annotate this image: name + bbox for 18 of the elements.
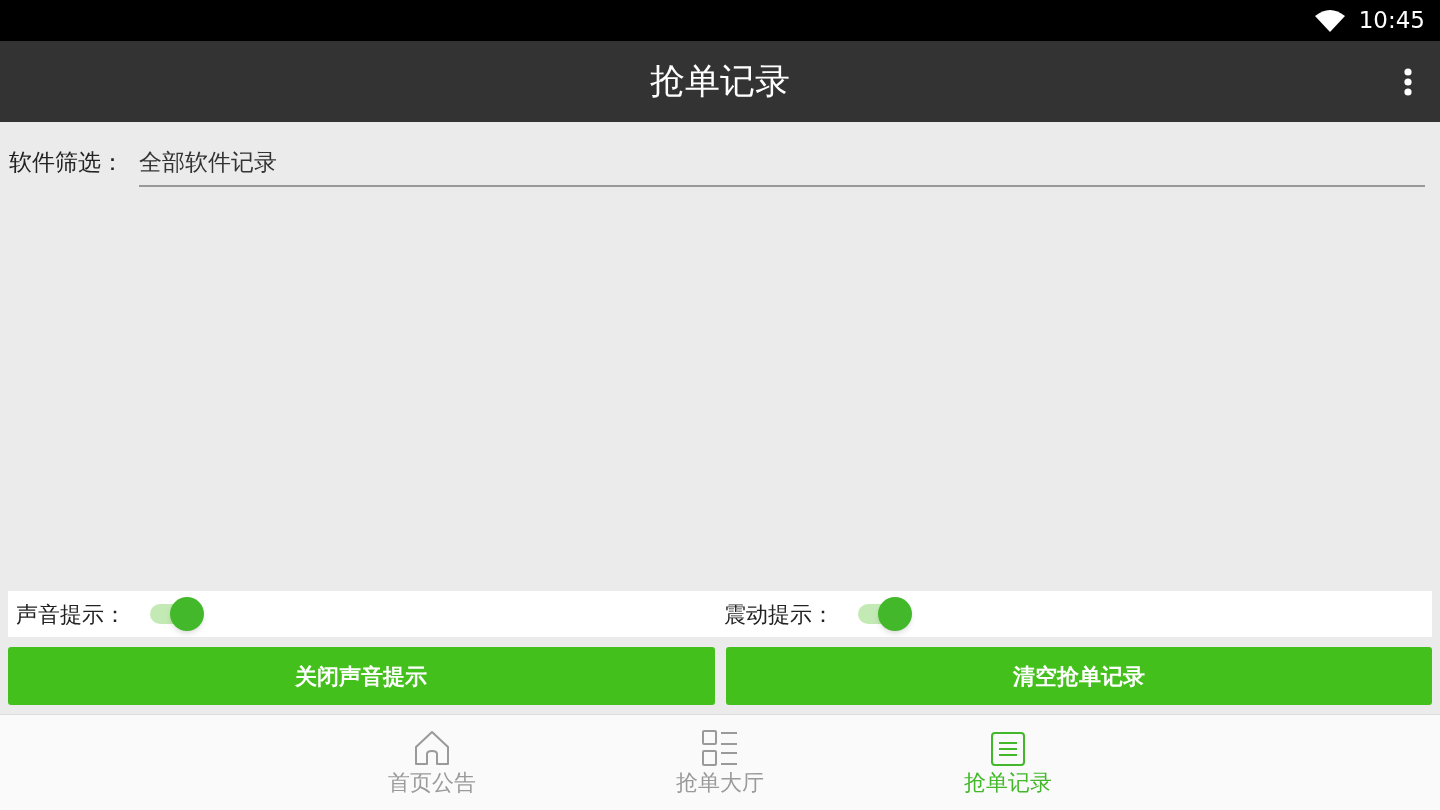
nav-tab[interactable]: 抢单记录 [864,715,1152,810]
grid-list-icon [702,730,738,766]
page-title: 抢单记录 [650,64,790,99]
toggle-switch[interactable] [150,596,206,632]
toggle-label: 震动提示： [724,600,835,629]
filter-label: 软件筛选： [9,147,125,177]
nav-tab[interactable]: 抢单大厅 [576,715,864,810]
more-options-icon[interactable] [1403,68,1413,96]
toggle-switch[interactable] [858,596,914,632]
home-icon [414,730,450,766]
wifi-icon [1314,9,1345,32]
action-button[interactable]: 清空抢单记录 [725,647,1432,705]
nav-tab[interactable]: 首页公告 [288,715,576,810]
list-icon [991,732,1025,766]
software-filter-dropdown[interactable]: 全部软件记录 [139,140,1425,187]
clock-time: 10:45 [1358,9,1425,32]
toggle-label: 声音提示： [16,600,127,629]
action-button[interactable]: 关闭声音提示 [8,647,715,705]
